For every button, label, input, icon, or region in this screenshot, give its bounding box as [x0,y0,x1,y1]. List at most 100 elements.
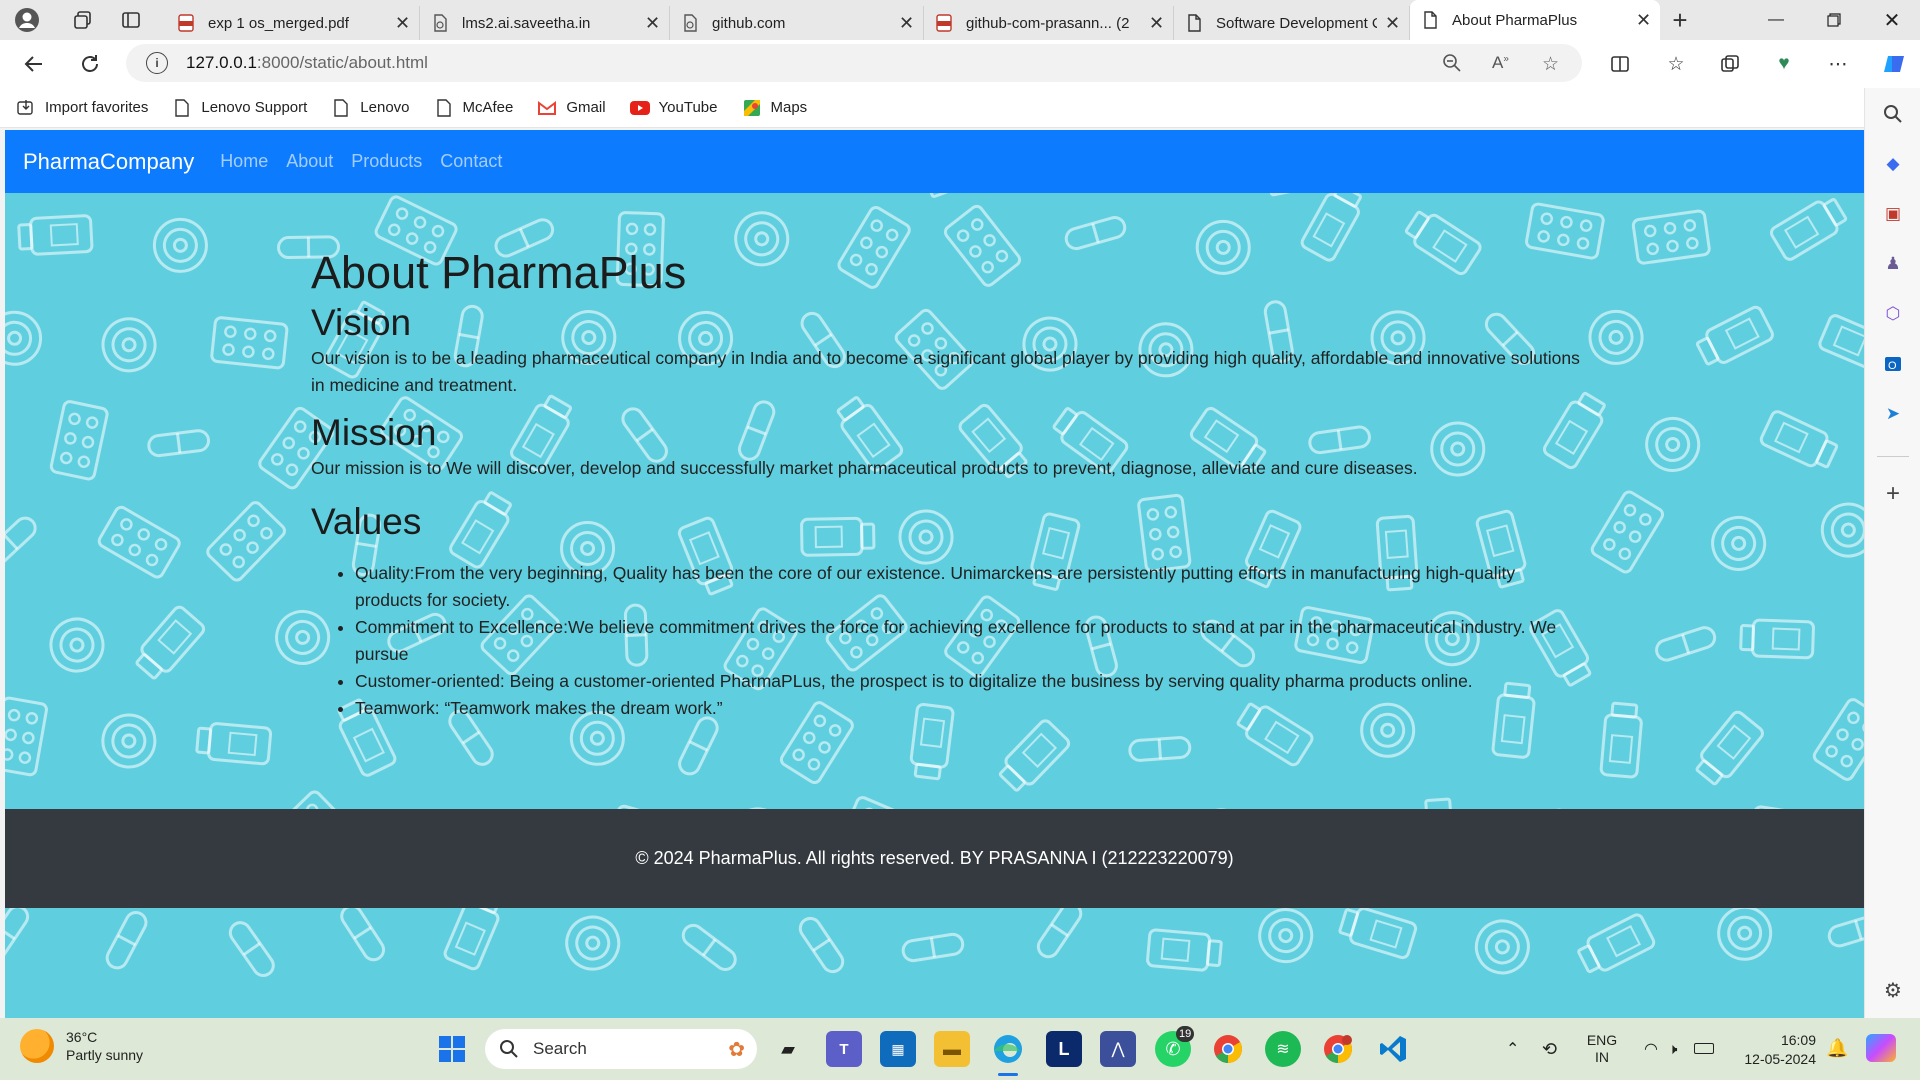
volume-muted-icon[interactable]: 🕨 [1668,1041,1677,1058]
favorite-item[interactable]: Gmail [537,98,606,118]
nav-link-contact[interactable]: Contact [440,151,502,172]
language-code[interactable]: ENG [1584,1032,1620,1049]
favorite-item[interactable]: Maps [742,98,808,118]
site-info-icon[interactable]: i [146,52,168,74]
close-tab-icon[interactable]: ✕ [899,13,914,34]
address-bar[interactable]: i 127.0.0.1:8000/static/about.html A» ☆ [126,44,1582,82]
chrome-icon[interactable] [1210,1031,1246,1067]
favorite-label: Lenovo [360,99,410,116]
pill-bottle-pattern-shape [901,932,965,963]
zoom-icon[interactable] [1442,53,1462,79]
lenovo-l-icon[interactable]: L [1046,1031,1082,1067]
pill-bottle-pattern-shape [1146,928,1223,972]
spotify-icon[interactable]: ≋ [1265,1031,1301,1067]
collections-icon[interactable] [1710,44,1750,84]
favorite-item[interactable]: Lenovo Support [172,98,307,118]
pill-bottle-pattern-shape [17,214,94,256]
chrome-profile-icon[interactable] [1320,1031,1356,1067]
navbar-brand[interactable]: PharmaCompany [23,149,194,175]
search-icon[interactable] [1881,102,1905,126]
pill-bottle-pattern-shape [1577,913,1656,974]
restore-button[interactable] [1806,0,1862,40]
sync-icon[interactable]: ⟲ [1542,1039,1557,1060]
wifi-icon[interactable]: ◠ [1644,1039,1658,1059]
pill-bottle-pattern-shape [1590,490,1665,574]
vantage-icon[interactable]: ⋀ [1100,1031,1136,1067]
taskbar-search[interactable]: Search ✿ [485,1029,757,1069]
task-view-icon[interactable]: ▰ [770,1031,806,1067]
microsoft-365-icon[interactable]: ⬡ [1881,302,1905,326]
favorite-item[interactable]: Import favorites [16,98,148,118]
split-screen-icon[interactable] [1600,44,1640,84]
settings-menu-icon[interactable]: ⋯ [1818,44,1858,84]
clock[interactable]: 16:09 12-05-2024 [1736,1031,1816,1069]
sidebar-settings-icon[interactable]: ⚙ [1881,978,1905,1002]
games-icon[interactable]: ♟ [1881,252,1905,276]
pill-bottle-pattern-shape [1711,515,1767,571]
copilot-icon[interactable] [1874,44,1914,84]
nav-link-home[interactable]: Home [220,151,268,172]
shopping-tag-icon[interactable]: ◆ [1881,152,1905,176]
battery-icon[interactable] [1694,1043,1714,1054]
vscode-icon[interactable] [1375,1031,1411,1067]
file-explorer-icon[interactable]: ▬ [934,1031,970,1067]
nav-link-products[interactable]: Products [351,151,422,172]
notification-bell-icon[interactable]: 🔔 [1826,1038,1848,1059]
browser-tab[interactable]: github-com-prasann... (2 ✕ [924,6,1174,40]
close-tab-icon[interactable]: ✕ [1636,10,1651,31]
gmail-icon [537,98,557,118]
browser-tab[interactable]: About PharmaPlus ✕ [1410,0,1660,40]
close-tab-icon[interactable]: ✕ [1149,13,1164,34]
new-tab-button[interactable]: + [1660,5,1700,36]
favorite-item[interactable]: McAfee [434,98,514,118]
taskbar-search-placeholder: Search [533,1039,587,1058]
back-button[interactable] [14,44,54,84]
send-icon[interactable]: ➤ [1881,402,1905,426]
outlook-icon[interactable]: O [1881,352,1905,376]
teams-icon[interactable]: T [826,1031,862,1067]
language-region[interactable]: IN [1584,1049,1620,1066]
start-windows-icon[interactable] [434,1031,470,1067]
value-item: Teamwork: “Teamwork makes the dream work… [355,695,1581,722]
favorite-item[interactable]: YouTube [629,98,718,118]
page-icon [172,98,192,118]
favorite-item[interactable]: Lenovo [331,98,410,118]
profile-icon[interactable] [10,3,44,37]
minimize-button[interactable]: — [1748,0,1804,40]
close-window-button[interactable]: ✕ [1864,0,1920,40]
close-tab-icon[interactable]: ✕ [645,13,660,34]
edge-icon[interactable] [990,1031,1026,1067]
browser-tab[interactable]: github.com ✕ [670,6,924,40]
pill-bottle-pattern-shape [1258,908,1314,964]
tools-icon[interactable]: ▣ [1881,202,1905,226]
search-icon [500,1040,518,1058]
add-sidebar-app-icon[interactable]: + [1881,480,1905,507]
copilot-preview-icon[interactable] [1866,1034,1896,1062]
favorite-label: McAfee [462,99,514,116]
refresh-button[interactable] [70,44,110,84]
page-icon [434,98,454,118]
close-tab-icon[interactable]: ✕ [1385,13,1400,34]
browser-tab[interactable]: exp 1 os_merged.pdf ✕ [166,6,420,40]
favorite-label: YouTube [658,99,718,116]
tab-actions-icon[interactable] [114,3,148,37]
browser-toolbar: i 127.0.0.1:8000/static/about.html A» ☆ … [0,40,1920,88]
favorites-icon[interactable]: ☆ [1656,44,1696,84]
close-tab-icon[interactable]: ✕ [395,13,410,34]
weather-widget[interactable]: 36°C Partly sunny [20,1028,143,1064]
browser-tab[interactable]: lms2.ai.saveetha.in ✕ [420,6,670,40]
favorite-star-icon[interactable]: ☆ [1542,53,1559,76]
read-aloud-icon[interactable]: A» [1492,53,1509,73]
chevron-up-icon[interactable]: ⌃ [1506,1039,1519,1059]
browser-essentials-icon[interactable]: ♥ [1764,44,1804,84]
pill-bottle-pattern-shape [97,505,181,579]
value-item: Commitment to Excellence:We believe comm… [355,614,1581,668]
nav-link-about[interactable]: About [286,151,333,172]
pill-bottle-pattern-shape [1036,902,1083,959]
favorite-label: Maps [770,99,808,116]
page-icon [1422,11,1438,29]
workspaces-icon[interactable] [66,3,100,37]
store-icon[interactable]: ▦ [880,1031,916,1067]
pill-bottle-pattern-shape [1769,197,1848,261]
browser-tab[interactable]: Software Development C ✕ [1174,6,1410,40]
